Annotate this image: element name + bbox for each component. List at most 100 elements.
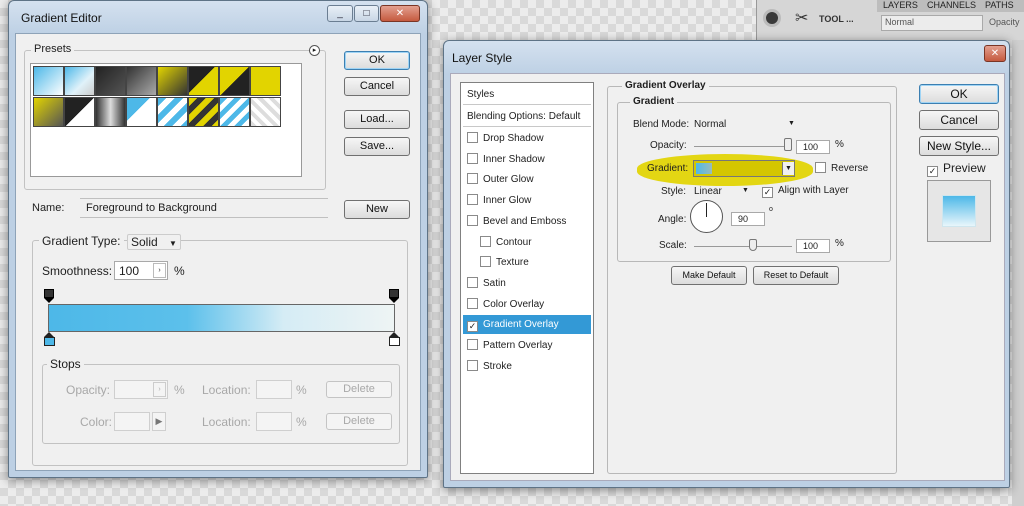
stop-location-field-1[interactable] [256,380,292,399]
make-default-button[interactable]: Make Default [671,266,747,285]
presets-menu-icon[interactable]: ▸ [309,45,320,56]
preset-swatch-16[interactable] [250,97,281,127]
maximize-button[interactable]: □ [354,5,379,22]
preset-swatch-3[interactable] [95,66,126,96]
style-item-texture[interactable]: Texture [463,253,591,272]
style-item-checkbox[interactable] [480,235,491,247]
angle-field[interactable]: 90 [731,212,765,226]
blend-mode-select[interactable]: Normal ▼ [690,117,800,133]
style-item-color-overlay[interactable]: Color Overlay [463,295,591,314]
style-item-bevel-and-emboss[interactable]: Bevel and Emboss [463,212,591,231]
style-item-satin[interactable]: Satin [463,274,591,293]
blending-options-item[interactable]: Blending Options: Default [463,107,591,127]
delete-opacity-stop-button[interactable]: Delete [326,381,392,398]
cancel-button[interactable]: Cancel [344,77,410,96]
new-button[interactable]: New [344,200,410,219]
reverse-checkbox[interactable]: Reverse [815,162,868,174]
layer-style-ok-button[interactable]: OK [919,84,999,104]
presets-list[interactable] [30,63,302,177]
minimize-button[interactable]: _ [327,5,353,22]
style-item-contour[interactable]: Contour [463,233,591,252]
gradient-preview-bar[interactable] [48,304,395,332]
reset-default-button[interactable]: Reset to Default [753,266,839,285]
tool-icon[interactable]: ✂ [795,8,808,28]
style-item-checkbox[interactable]: ✓ [467,321,478,333]
preset-swatch-10[interactable] [64,97,95,127]
opacity-field[interactable]: 100 [796,140,830,154]
style-item-pattern-overlay[interactable]: Pattern Overlay [463,336,591,355]
align-checkbox-box[interactable]: ✓ [762,187,773,198]
style-item-inner-glow[interactable]: Inner Glow [463,191,591,210]
new-style-button[interactable]: New Style... [919,136,999,156]
layer-style-cancel-button[interactable]: Cancel [919,110,999,130]
tool-label[interactable]: TOOL ... [819,14,854,24]
style-item-checkbox[interactable] [467,132,478,143]
style-item-inner-shadow[interactable]: Inner Shadow [463,150,591,169]
scale-field[interactable]: 100 [796,239,830,253]
smoothness-stepper-icon[interactable]: › [153,263,166,278]
preset-swatch-5[interactable] [157,66,188,96]
style-select[interactable]: Linear ▼ [690,184,754,200]
tab-layers[interactable]: LAYERS [883,0,918,10]
layer-style-close-button[interactable]: ✕ [984,45,1006,62]
color-stop-right[interactable] [389,332,400,347]
tab-paths[interactable]: PATHS [985,0,1014,10]
stop-color-arrow-icon[interactable]: ▶ [152,412,166,431]
preset-swatch-8[interactable] [250,66,281,96]
style-item-stroke[interactable]: Stroke [463,357,591,376]
style-item-checkbox[interactable] [480,256,491,268]
style-item-gradient-overlay[interactable]: ✓ Gradient Overlay [463,315,591,335]
opacity-stop-right[interactable] [389,289,399,303]
style-item-checkbox[interactable] [467,359,478,371]
style-item-checkbox[interactable] [467,214,478,226]
scale-slider[interactable] [694,246,792,247]
ok-button[interactable]: OK [344,51,410,70]
preset-swatch-13[interactable] [157,97,188,127]
gradient-type-select[interactable]: Solid ▼ [127,234,181,250]
angle-dial[interactable] [690,200,723,233]
style-item-checkbox[interactable] [467,152,478,164]
layers-blend-select[interactable]: Normal [881,15,983,31]
scale-slider-handle[interactable] [749,239,757,251]
preset-swatch-9[interactable] [33,97,64,127]
style-item-checkbox[interactable] [467,297,478,309]
preset-swatch-2[interactable] [64,66,95,96]
stop-opacity-field[interactable]: › [114,380,168,399]
color-stop-left[interactable] [44,332,55,347]
style-item-checkbox[interactable] [467,276,478,288]
delete-color-stop-button[interactable]: Delete [326,413,392,430]
style-item-outer-glow[interactable]: Outer Glow [463,170,591,189]
preset-swatch-6[interactable] [188,66,219,96]
brush-tool-icon[interactable] [763,9,781,27]
stop-location-field-2[interactable] [256,412,292,431]
style-item-checkbox[interactable] [467,339,478,350]
opacity-stop-left[interactable] [44,289,54,303]
smoothness-field[interactable]: 100 › [114,261,168,280]
preset-swatch-12[interactable] [126,97,157,127]
tab-channels[interactable]: CHANNELS [927,0,976,10]
stop-color-swatch[interactable] [114,412,150,431]
close-button[interactable]: ✕ [380,5,420,22]
style-item-checkbox[interactable] [467,173,478,185]
save-button[interactable]: Save... [344,137,410,156]
styles-header[interactable]: Styles [463,85,591,105]
opacity-slider-handle[interactable] [784,138,792,151]
preset-swatch-15[interactable] [219,97,250,127]
preset-swatch-4[interactable] [126,66,157,96]
stop-opacity-stepper-icon[interactable]: › [153,382,166,397]
style-item-drop-shadow[interactable]: Drop Shadow [463,129,591,148]
load-button[interactable]: Load... [344,110,410,129]
preset-swatch-14[interactable] [188,97,219,127]
preset-swatch-7[interactable] [219,66,250,96]
gradient-picker-arrow-icon[interactable]: ▼ [782,162,794,175]
opacity-slider[interactable] [694,146,792,147]
preset-swatch-11[interactable] [95,97,126,127]
preview-checkbox[interactable]: ✓ Preview [927,161,986,177]
preset-swatch-1[interactable] [33,66,64,96]
preview-checkbox-box[interactable]: ✓ [927,166,938,177]
gradient-picker[interactable]: ▼ [693,160,795,177]
reverse-checkbox-box[interactable] [815,162,826,173]
style-item-checkbox[interactable] [467,194,478,206]
align-checkbox[interactable]: ✓ Align with Layer [762,185,849,198]
name-field[interactable]: Foreground to Background [80,198,328,218]
